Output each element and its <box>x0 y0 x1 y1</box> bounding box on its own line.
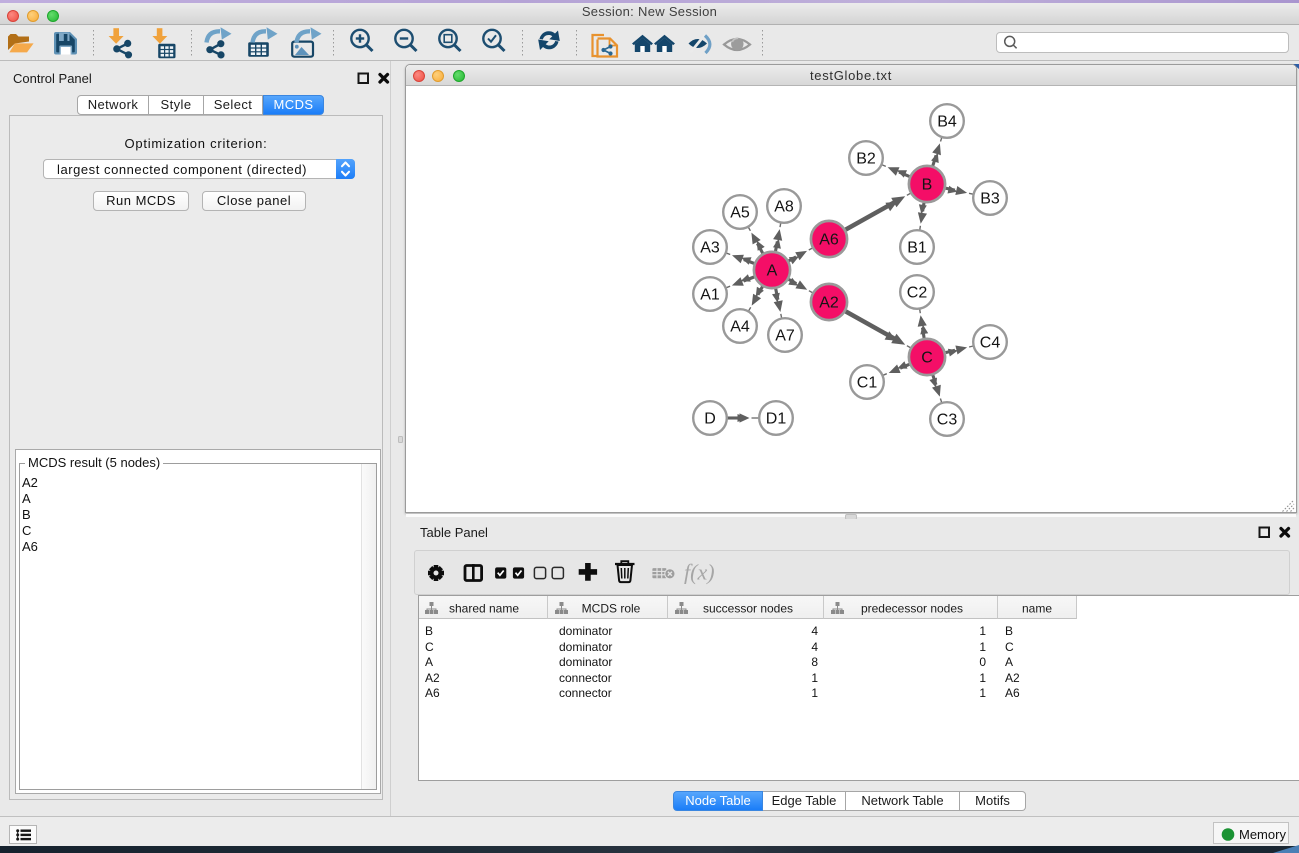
svg-text:D: D <box>704 411 716 428</box>
svg-text:A7: A7 <box>775 328 795 345</box>
svg-text:D1: D1 <box>766 411 787 428</box>
svg-text:f(x): f(x) <box>684 560 715 585</box>
svg-text:A4: A4 <box>730 319 750 336</box>
svg-text:shared name: shared name <box>449 602 519 616</box>
svg-text:C: C <box>921 350 933 367</box>
svg-text:B1: B1 <box>907 240 927 257</box>
svg-text:name: name <box>1022 602 1052 616</box>
svg-text:A5: A5 <box>730 205 750 222</box>
svg-text:A: A <box>767 263 778 280</box>
svg-text:A2: A2 <box>819 295 839 312</box>
svg-text:B: B <box>922 177 933 194</box>
svg-text:B3: B3 <box>980 191 1000 208</box>
svg-text:predecessor nodes: predecessor nodes <box>861 602 963 616</box>
svg-text:A8: A8 <box>774 199 794 216</box>
svg-text:C2: C2 <box>907 285 928 302</box>
svg-text:A6: A6 <box>819 232 839 249</box>
svg-text:C1: C1 <box>857 375 878 392</box>
svg-text:successor nodes: successor nodes <box>703 602 793 616</box>
svg-text:Memory: Memory <box>1239 827 1286 842</box>
svg-text:A3: A3 <box>700 240 720 257</box>
svg-text:MCDS role: MCDS role <box>582 602 641 616</box>
svg-text:B2: B2 <box>856 151 876 168</box>
svg-text:B4: B4 <box>937 114 957 131</box>
svg-text:C4: C4 <box>980 335 1001 352</box>
svg-text:A1: A1 <box>700 287 720 304</box>
svg-text:C3: C3 <box>937 412 958 429</box>
